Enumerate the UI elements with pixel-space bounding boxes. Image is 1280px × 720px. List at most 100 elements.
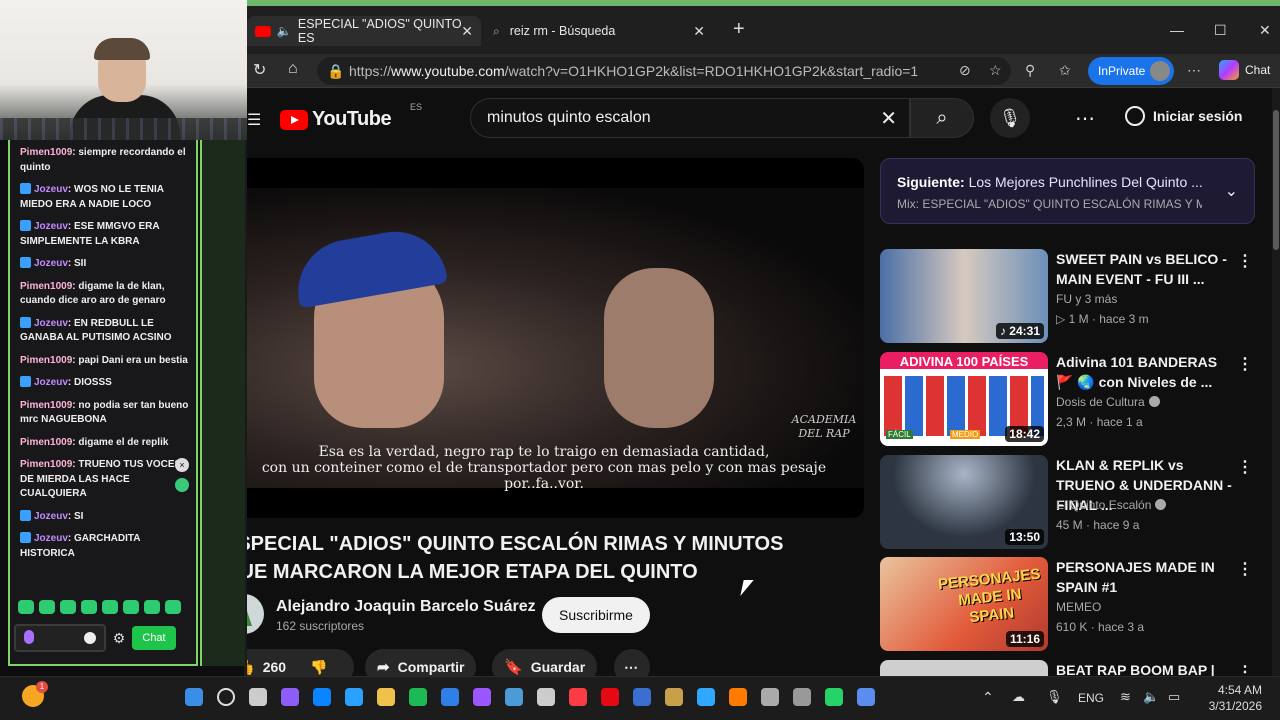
- video-thumbnail[interactable]: [880, 660, 1048, 676]
- close-tab-icon[interactable]: ✕: [461, 23, 473, 40]
- refresh-icon[interactable]: ↻: [253, 60, 266, 80]
- more-options-icon[interactable]: ⋯: [1075, 106, 1095, 131]
- defender-icon[interactable]: [441, 688, 459, 706]
- app-icon[interactable]: [473, 688, 491, 706]
- close-tab-icon[interactable]: ✕: [693, 23, 705, 40]
- gear-icon[interactable]: ⚙: [112, 630, 126, 647]
- chat-username[interactable]: Pimen1009: [20, 147, 72, 158]
- close-icon[interactable]: ×: [175, 458, 189, 472]
- new-tab-icon[interactable]: +: [733, 18, 745, 41]
- obs-icon[interactable]: [761, 688, 779, 706]
- emoji-icon[interactable]: [84, 632, 96, 644]
- channel-name[interactable]: Alejandro Joaquin Barcelo Suárez: [276, 598, 536, 616]
- speaker-icon[interactable]: 🔈: [277, 24, 292, 38]
- search-input[interactable]: minutos quinto escalon ✕: [470, 98, 910, 138]
- search-icon[interactable]: [217, 688, 235, 706]
- onedrive-icon[interactable]: ☁: [1012, 689, 1025, 705]
- recommendation-item[interactable]: BEAT RAP BOOM BAP | ⋮: [880, 660, 1280, 676]
- channel-name[interactable]: FU y 3 más: [1056, 292, 1117, 306]
- menu-icon[interactable]: ☰: [247, 110, 261, 130]
- battery-icon[interactable]: ▭: [1168, 689, 1180, 705]
- video-title[interactable]: SWEET PAIN vs BELICO - MAIN EVENT - FU I…: [1056, 249, 1236, 289]
- tracking-off-icon[interactable]: ⊘: [959, 62, 971, 79]
- emote-icon[interactable]: [123, 600, 139, 614]
- chat-input[interactable]: [14, 624, 106, 652]
- close-window-icon[interactable]: ✕: [1259, 22, 1271, 39]
- weather-icon[interactable]: 1: [22, 681, 48, 707]
- chat-username[interactable]: Pimen1009: [20, 459, 72, 470]
- channel-name[interactable]: Dosis de Cultura: [1056, 395, 1160, 409]
- favorites-icon[interactable]: ✩: [1059, 62, 1071, 79]
- video-player[interactable]: Esa es la verdad, negro rap te lo traigo…: [247, 158, 864, 518]
- app-icon[interactable]: [633, 688, 651, 706]
- more-actions-button[interactable]: ⋯: [614, 649, 650, 676]
- recommendation-item[interactable]: ♪ 24:31 SWEET PAIN vs BELICO - MAIN EVENT…: [880, 249, 1280, 343]
- app-icon[interactable]: [857, 688, 875, 706]
- chat-username[interactable]: Jozeuv: [34, 318, 68, 329]
- copilot-chat-button[interactable]: Chat: [1219, 60, 1270, 80]
- video-thumbnail[interactable]: ADIVINA 100 PAÍSES FÁCIL MEDIO 18:42: [880, 352, 1048, 446]
- thumbs-down-icon[interactable]: 👎: [310, 659, 327, 676]
- file-explorer-icon[interactable]: [377, 688, 395, 706]
- page-scrollbar[interactable]: [1272, 88, 1280, 676]
- more-options-icon[interactable]: ⋮: [1237, 354, 1253, 374]
- chat-username[interactable]: Jozeuv: [34, 533, 68, 544]
- task-view-icon[interactable]: [249, 688, 267, 706]
- chat-send-button[interactable]: Chat: [132, 626, 176, 650]
- chat-username[interactable]: Pimen1009: [20, 355, 72, 366]
- signin-button[interactable]: Iniciar sesión: [1125, 106, 1242, 126]
- channel-avatar[interactable]: [247, 594, 264, 634]
- video-thumbnail[interactable]: ♪ 24:31: [880, 249, 1048, 343]
- emote-icon[interactable]: [60, 600, 76, 614]
- edge-icon[interactable]: [313, 688, 331, 706]
- emote-icon[interactable]: [165, 600, 181, 614]
- home-icon[interactable]: ⌂: [288, 60, 298, 78]
- recommendation-item[interactable]: ADIVINA 100 PAÍSES FÁCIL MEDIO 18:42 Adivina…: [880, 352, 1280, 446]
- emote-icon[interactable]: [39, 600, 55, 614]
- chat-username[interactable]: Pimen1009: [20, 400, 72, 411]
- microphone-icon[interactable]: 🎙: [1046, 689, 1063, 705]
- photoshop-icon[interactable]: [697, 688, 715, 706]
- more-options-icon[interactable]: ⋮: [1237, 662, 1253, 676]
- notepad-icon[interactable]: [537, 688, 555, 706]
- more-options-icon[interactable]: ⋯: [1187, 62, 1201, 79]
- more-options-icon[interactable]: ⋮: [1237, 559, 1253, 579]
- chat-username[interactable]: Jozeuv: [34, 258, 68, 269]
- inprivate-button[interactable]: InPrivate: [1088, 57, 1174, 85]
- refresh-icon[interactable]: [175, 478, 189, 492]
- favorite-star-icon[interactable]: ☆: [989, 62, 1002, 79]
- netflix-icon[interactable]: [601, 688, 619, 706]
- music-icon[interactable]: [569, 688, 587, 706]
- video-thumbnail[interactable]: 13:50: [880, 455, 1048, 549]
- emote-icon[interactable]: [81, 600, 97, 614]
- tab-search[interactable]: ⌕ reiz rm - Búsqueda ✕: [485, 16, 713, 46]
- search-button[interactable]: ⌕: [910, 98, 974, 138]
- wifi-icon[interactable]: ≋: [1120, 689, 1131, 705]
- chat-username[interactable]: Jozeuv: [34, 511, 68, 522]
- video-thumbnail[interactable]: PERSONAJES MADE IN SPAIN 11:16: [880, 557, 1048, 651]
- up-next-panel[interactable]: Siguiente: Los Mejores Punchlines Del Qu…: [880, 158, 1255, 224]
- save-button[interactable]: 🔖 Guardar: [492, 649, 598, 676]
- extensions-icon[interactable]: ⚲: [1025, 62, 1035, 79]
- youtube-logo[interactable]: YouTube ES: [280, 102, 422, 131]
- like-button[interactable]: 👍 260 👎: [247, 649, 354, 676]
- channel-name[interactable]: MEMEO: [1056, 600, 1101, 614]
- chat-username[interactable]: Jozeuv: [34, 377, 68, 388]
- language-indicator[interactable]: ENG: [1078, 691, 1104, 705]
- chevron-up-icon[interactable]: ⌃: [982, 689, 994, 706]
- more-options-icon[interactable]: ⋮: [1237, 251, 1253, 271]
- app-icon[interactable]: [665, 688, 683, 706]
- voice-search-button[interactable]: 🎙: [990, 98, 1030, 138]
- video-title[interactable]: PERSONAJES MADE IN SPAIN #1: [1056, 557, 1236, 597]
- video-title[interactable]: BEAT RAP BOOM BAP |: [1056, 660, 1236, 676]
- minimize-icon[interactable]: —: [1170, 22, 1184, 38]
- emote-icon[interactable]: [144, 600, 160, 614]
- app-icon[interactable]: [505, 688, 523, 706]
- settings-icon[interactable]: [793, 688, 811, 706]
- scrollbar-thumb[interactable]: [1273, 110, 1279, 250]
- subscribe-button[interactable]: Suscribirme: [542, 597, 650, 633]
- illustrator-icon[interactable]: [729, 688, 747, 706]
- lock-icon[interactable]: 🔒: [327, 63, 344, 80]
- volume-icon[interactable]: 🔈: [1143, 689, 1159, 705]
- copilot-icon[interactable]: [281, 688, 299, 706]
